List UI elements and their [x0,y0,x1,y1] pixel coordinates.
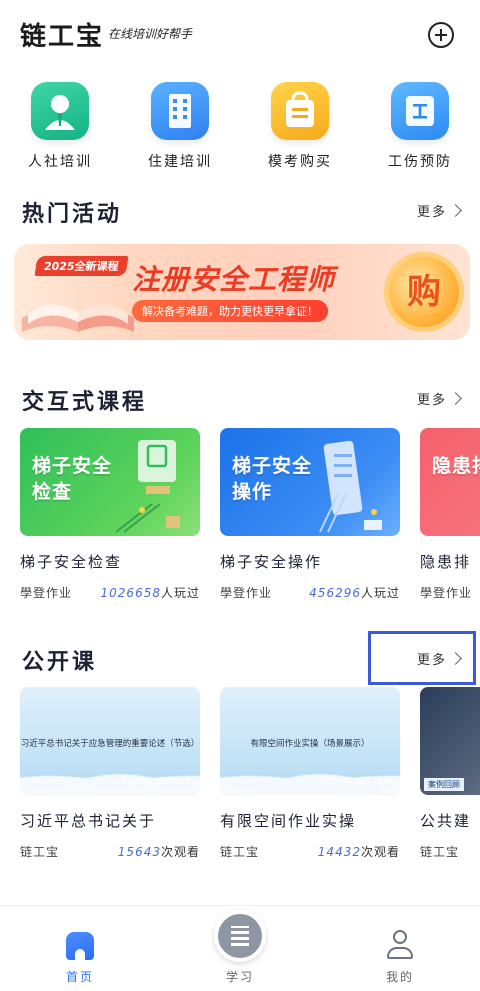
course-thumbnail: 隐患排 [420,428,480,536]
cloud-decoration [20,755,200,795]
course-title: 梯子安全检查 [20,553,123,571]
highlight-box [368,631,476,685]
course-title: 公共建 [420,812,472,830]
course-title: 有限空间作业实操 [220,812,357,830]
view-count: 15643次观看 [117,845,200,859]
shopping-bag-icon [271,82,329,140]
open-course-card[interactable]: 案例回顾 公共建 链工宝 [420,687,480,860]
course-source: 學登作业 [20,586,73,600]
home-icon [66,932,94,960]
banner-buy-button[interactable]: 购 [384,252,464,332]
course-meta: 链工宝 15643次观看 [20,843,200,860]
course-source: 链工宝 [20,845,60,859]
banner-subline: 解决备考难题，助力更快更早拿证！ [132,300,328,322]
study-icon [214,910,266,962]
course-title: 梯子安全操作 [220,553,323,571]
video-caption: 有限空间作业实操（场景展示） [250,739,370,749]
banner-year-tag: 2025全新课程 [34,256,129,276]
view-count: 14432次观看 [317,845,400,859]
more-label: 更多 [416,205,447,220]
tab-study[interactable]: 学习 [180,906,300,991]
course-source: 链工宝 [420,845,460,859]
video-thumbnail: 习近平总书记关于应急管理的重要论述（节选） 00:00:06:31 [20,687,200,795]
thumbnail-title: 隐患排 [432,455,480,477]
play-count: 456296人玩过 [309,586,400,600]
video-caption: 习近平总书记关于应急管理的重要论述（节选） [20,739,200,749]
tab-label: 首页 [65,970,94,984]
course-meta: 链工宝 [420,843,480,860]
shortcut-mock-exam-purchase[interactable]: 模考购买 [250,82,350,171]
interactive-course-list: 梯子安全 检查 梯子安全检查 學登作业 1026658人玩过 梯子安全 操作 梯… [0,428,480,608]
course-meta: 链工宝 14432次观看 [220,843,400,860]
shortcut-social-training[interactable]: 人社培训 [10,82,110,171]
app-header: 链工宝 在线培训好帮手 [0,0,480,70]
course-source: 學登作业 [220,586,273,600]
promo-banner[interactable]: 2025全新课程 注册安全工程师 解决备考难题，助力更快更早拿证！ 购 [14,244,470,340]
course-meta: 學登作业 1026658人玩过 [20,584,200,601]
chevron-right-icon [449,392,462,405]
tab-label: 学习 [225,970,254,984]
interactive-course-card[interactable]: 隐患排 隐患排 學登作业 [420,428,480,601]
shortcut-label: 工伤预防 [388,154,452,170]
course-source: 链工宝 [220,845,260,859]
thumbnail-title: 梯子安全 操作 [232,455,313,503]
thumbnail-title: 梯子安全 检查 [32,455,113,503]
tab-label: 我的 [385,970,414,984]
hot-activities-title: 热门活动 [22,201,123,227]
shortcut-label: 模考购买 [268,154,332,170]
video-duration: 00:00:06:31 [119,776,192,787]
course-thumbnail: 梯子安全 检查 [20,428,200,536]
video-tag: 案例回顾 [424,778,464,791]
shortcut-grid: 人社培训 住建培训 模考购买 工伤预防 [0,82,480,177]
course-meta: 學登作业 [420,584,480,601]
course-title: 习近平总书记关于 [20,812,157,830]
hot-activities-more-link[interactable]: 更多 [416,201,462,220]
interactive-course-card[interactable]: 梯子安全 操作 梯子安全操作 學登作业 456296人玩过 [220,428,400,601]
play-count: 1026658人玩过 [100,586,200,600]
course-thumbnail: 梯子安全 操作 [220,428,400,536]
profile-icon [387,930,413,960]
open-course-card[interactable]: 习近平总书记关于应急管理的重要论述（节选） 00:00:06:31 习近平总书记… [20,687,200,860]
shield-document-icon [391,82,449,140]
open-courses-title: 公开课 [22,649,98,675]
person-badge-icon [31,82,89,140]
cloud-decoration [220,755,400,795]
banner-headline: 注册安全工程师 [132,263,336,296]
course-title: 隐患排 [420,553,472,571]
interactive-courses-more-link[interactable]: 更多 [416,389,462,408]
course-meta: 學登作业 456296人玩过 [220,584,400,601]
tab-home[interactable]: 首页 [20,906,140,991]
add-button[interactable] [428,22,454,48]
interactive-courses-title: 交互式课程 [22,389,148,415]
building-icon [151,82,209,140]
shortcut-injury-prevention[interactable]: 工伤预防 [370,82,470,171]
video-thumbnail: 有限空间作业实操（场景展示） 00:00:01:10 [220,687,400,795]
course-source: 學登作业 [420,586,473,600]
open-course-list: 习近平总书记关于应急管理的重要论述（节选） 00:00:06:31 习近平总书记… [0,687,480,867]
open-course-card[interactable]: 有限空间作业实操（场景展示） 00:00:01:10 有限空间作业实操 链工宝 … [220,687,400,860]
app-slogan: 在线培训好帮手 [108,27,193,41]
open-book-icon [22,304,134,332]
video-thumbnail: 案例回顾 [420,687,480,795]
shortcut-label: 住建培训 [148,154,212,170]
app-logo: 链工宝 [20,22,105,52]
shortcut-label: 人社培训 [28,154,92,170]
interactive-course-card[interactable]: 梯子安全 检查 梯子安全检查 學登作业 1026658人玩过 [20,428,200,601]
more-label: 更多 [416,393,447,408]
tab-profile[interactable]: 我的 [340,906,460,991]
chevron-right-icon [449,204,462,217]
bottom-tab-bar: 首页 学习 我的 [0,905,480,991]
video-duration: 00:00:01:10 [319,776,392,787]
shortcut-construction-training[interactable]: 住建培训 [130,82,230,171]
